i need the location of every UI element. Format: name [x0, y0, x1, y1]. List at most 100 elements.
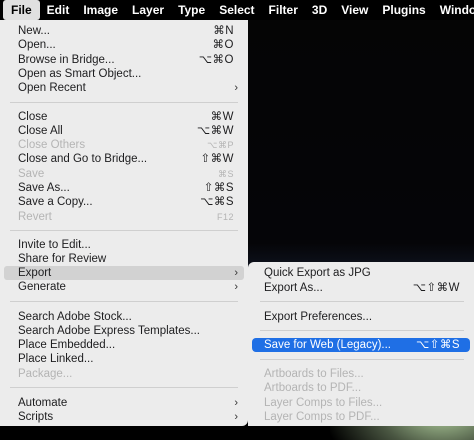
menu-separator [10, 301, 238, 302]
menu-item-scripts[interactable]: Scripts › [0, 410, 248, 424]
menu-item-search-adobe-express-templates[interactable]: Search Adobe Express Templates... [0, 324, 248, 338]
shortcut-label: ⌘N [213, 25, 234, 37]
menu-item-label: Open... [18, 39, 56, 52]
menu-separator [10, 387, 238, 388]
menu-image[interactable]: Image [76, 0, 125, 20]
menu-item-label: Automate [18, 396, 68, 409]
menu-item-label: Layer Comps to PDF... [264, 410, 380, 423]
menu-item-label: Search Adobe Stock... [18, 310, 132, 323]
menu-plugins[interactable]: Plugins [375, 0, 432, 20]
menu-item-open-recent[interactable]: Open Recent › [0, 81, 248, 95]
chevron-right-icon: › [234, 410, 238, 423]
menu-item-close[interactable]: Close ⌘W [0, 110, 248, 124]
menu-item-label: Quick Export as JPG [264, 267, 371, 279]
menu-item-label: Scripts [18, 410, 54, 423]
menu-item-open[interactable]: Open... ⌘O [0, 38, 248, 52]
file-menu-dropdown: New... ⌘N Open... ⌘O Browse in Bridge...… [0, 20, 248, 426]
export-submenu: Quick Export as JPG Export As... ⌥⇧⌘W Ex… [248, 262, 474, 426]
submenu-item-save-for-web-legacy[interactable]: Save for Web (Legacy)... ⌥⇧⌘S [252, 338, 470, 353]
menu-separator [260, 359, 464, 360]
chevron-right-icon: › [234, 82, 238, 95]
menu-separator [10, 230, 238, 231]
menu-item-generate[interactable]: Generate › [0, 280, 248, 294]
submenu-item-artboards-to-pdf: Artboards to PDF... [248, 381, 474, 395]
menu-item-label: Browse in Bridge... [18, 53, 115, 66]
menu-item-label: Save for Web (Legacy)... [264, 339, 391, 351]
menu-item-label: Layer Comps to Files... [264, 396, 383, 409]
menu-item-package: Package... [0, 367, 248, 381]
menu-item-export[interactable]: Export › [4, 266, 244, 281]
chevron-right-icon: › [234, 281, 238, 294]
menu-item-label: Close All [18, 124, 63, 137]
menu-window[interactable]: Window [433, 0, 474, 20]
shortcut-label: ⇧⌘S [203, 182, 234, 194]
menu-item-label: Export As... [264, 281, 323, 294]
menu-layer[interactable]: Layer [125, 0, 171, 20]
menu-type[interactable]: Type [171, 0, 212, 20]
menu-item-label: Export [18, 267, 52, 280]
menu-item-place-linked[interactable]: Place Linked... [0, 352, 248, 366]
shortcut-label: ⇧⌘W [200, 153, 234, 166]
menu-item-open-as-smart-object[interactable]: Open as Smart Object... [0, 67, 248, 81]
menu-item-search-adobe-stock[interactable]: Search Adobe Stock... [0, 310, 248, 324]
submenu-item-export-preferences[interactable]: Export Preferences... [248, 310, 474, 324]
menu-item-label: Close [18, 110, 48, 123]
menu-file[interactable]: File [3, 0, 40, 20]
menu-item-label: Share for Review [18, 252, 107, 265]
menu-filter[interactable]: Filter [262, 0, 305, 20]
menu-item-label: Search Adobe Express Templates... [18, 324, 200, 337]
chevron-right-icon: › [234, 396, 238, 409]
menu-item-share-for-review[interactable]: Share for Review [0, 252, 248, 266]
menu-item-label: Close Others [18, 139, 86, 152]
menu-edit[interactable]: Edit [40, 0, 77, 20]
menu-item-label: Save As... [18, 182, 70, 194]
menu-item-label: Save [18, 167, 45, 180]
menu-item-label: Place Embedded... [18, 339, 116, 352]
menu-item-label: Open as Smart Object... [18, 67, 142, 80]
menu-item-label: Artboards to PDF... [264, 382, 362, 395]
submenu-item-layer-comps-to-files: Layer Comps to Files... [248, 396, 474, 410]
menu-item-label: Export Preferences... [264, 310, 373, 323]
menu-item-label: Open Recent [18, 82, 86, 95]
shortcut-label: ⌥⌘S [200, 196, 234, 209]
menu-item-revert: Revert F12 [0, 210, 248, 224]
menu-item-close-all[interactable]: Close All ⌥⌘W [0, 124, 248, 138]
menu-item-label: Place Linked... [18, 353, 94, 366]
menu-item-save-as[interactable]: Save As... ⇧⌘S [0, 181, 248, 195]
shortcut-label: ⌘S [217, 168, 234, 179]
submenu-item-artboards-to-files: Artboards to Files... [248, 367, 474, 381]
menu-item-browse-in-bridge[interactable]: Browse in Bridge... ⌥⌘O [0, 53, 248, 67]
menu-item-save: Save ⌘S [0, 167, 248, 181]
menu-item-new[interactable]: New... ⌘N [0, 24, 248, 38]
menu-item-label: Invite to Edit... [18, 238, 91, 251]
menu-bar: File Edit Image Layer Type Select Filter… [0, 0, 474, 20]
shortcut-label: F12 [216, 211, 234, 222]
menu-item-place-embedded[interactable]: Place Embedded... [0, 338, 248, 352]
shortcut-label: ⌥⌘P [207, 140, 234, 151]
menu-separator [260, 301, 464, 302]
menu-select[interactable]: Select [212, 0, 261, 20]
menu-item-close-and-go-to-bridge[interactable]: Close and Go to Bridge... ⇧⌘W [0, 152, 248, 166]
menu-item-automate[interactable]: Automate › [0, 396, 248, 410]
menu-3d[interactable]: 3D [305, 0, 334, 20]
menu-separator [260, 330, 464, 331]
chevron-right-icon: › [234, 267, 238, 280]
menu-item-label: Revert [18, 210, 52, 223]
menu-item-invite-to-edit[interactable]: Invite to Edit... [0, 238, 248, 252]
menu-item-label: Package... [18, 367, 73, 380]
submenu-item-export-as[interactable]: Export As... ⌥⇧⌘W [248, 281, 474, 295]
menu-item-save-a-copy[interactable]: Save a Copy... ⌥⌘S [0, 195, 248, 209]
shortcut-label: ⌥⌘O [198, 53, 234, 66]
shortcut-label: ⌥⇧⌘S [415, 339, 460, 351]
shortcut-label: ⌘O [212, 39, 234, 52]
menu-item-label: Artboards to Files... [264, 368, 364, 380]
menu-item-label: New... [18, 25, 50, 37]
menu-item-label: Close and Go to Bridge... [18, 153, 148, 166]
menu-item-label: Generate [18, 281, 66, 294]
menu-view[interactable]: View [334, 0, 375, 20]
menu-item-close-others: Close Others ⌥⌘P [0, 138, 248, 152]
shortcut-label: ⌥⇧⌘W [412, 281, 460, 294]
submenu-item-quick-export-as-jpg[interactable]: Quick Export as JPG [248, 266, 474, 280]
shortcut-label: ⌘W [210, 110, 234, 123]
shortcut-label: ⌥⌘W [196, 124, 234, 137]
